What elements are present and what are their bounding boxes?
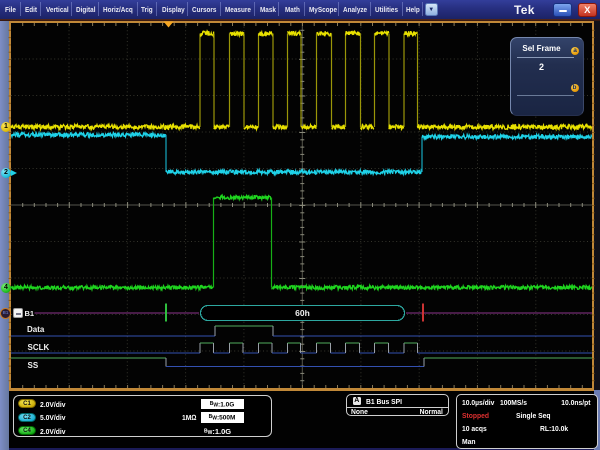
svg-text:60h: 60h	[295, 308, 310, 318]
